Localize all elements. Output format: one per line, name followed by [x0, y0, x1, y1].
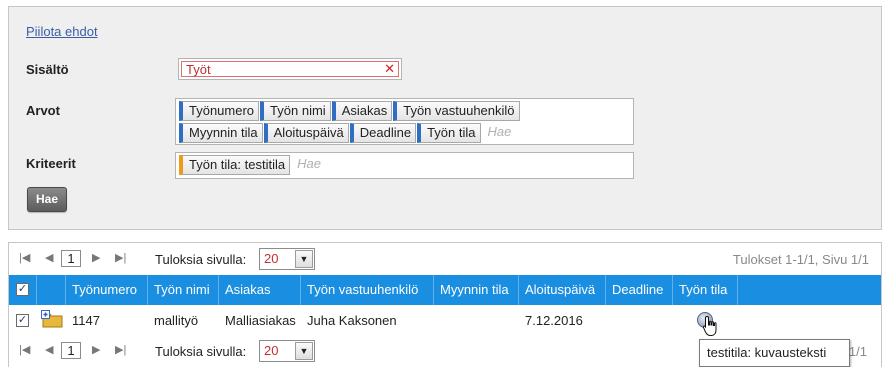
- column-header-deadline[interactable]: Deadline: [606, 275, 673, 305]
- pager-top: |◀ ◀ 1 ▶ ▶| Tuloksia sivulla: 20 ▼ Tulok…: [9, 243, 881, 275]
- column-header-vastuuhenkilo[interactable]: Työn vastuuhenkilö: [301, 275, 434, 305]
- per-page-value: 20: [264, 343, 279, 358]
- value-tag[interactable]: Työn tila: [417, 123, 481, 143]
- last-page-icon[interactable]: ▶|: [115, 343, 126, 357]
- dropdown-arrow-icon[interactable]: ▼: [295, 250, 313, 268]
- row-checkbox[interactable]: ✓: [16, 314, 29, 327]
- value-tag[interactable]: Työnumero: [179, 101, 260, 121]
- criteria-tag-input[interactable]: Työn tila: testitila Hae: [175, 152, 634, 179]
- per-page-select[interactable]: 20 ▼: [259, 248, 315, 270]
- per-page-value: 20: [264, 251, 279, 266]
- per-page-label: Tuloksia sivulla:: [155, 252, 247, 267]
- prev-page-icon[interactable]: ◀: [45, 251, 53, 265]
- cell-asiakas: Malliasiakas: [225, 313, 296, 328]
- next-page-icon[interactable]: ▶: [92, 343, 100, 357]
- value-tag[interactable]: Työn vastuuhenkilö: [393, 101, 520, 121]
- table-row[interactable]: ✓ 1147 mallityö Malliasiakas Juha Kakson…: [9, 305, 881, 336]
- value-tag[interactable]: Myynnin tila: [179, 123, 263, 143]
- column-header-aloituspaiva[interactable]: Aloituspäivä: [519, 275, 606, 305]
- criteria-label: Kriteerit: [26, 156, 76, 171]
- first-page-icon[interactable]: |◀: [19, 343, 30, 357]
- values-search-placeholder[interactable]: Hae: [482, 123, 512, 143]
- criteria-search-placeholder[interactable]: Hae: [291, 155, 321, 175]
- values-tag-input[interactable]: Työnumero Työn nimi Asiakas Työn vastuuhenk…: [175, 98, 634, 145]
- cell-tyonumero: 1147: [72, 313, 100, 328]
- folder-icon: [41, 310, 63, 328]
- content-select[interactable]: Työt ✕: [178, 58, 402, 80]
- cell-tyon-nimi: mallityö: [154, 313, 199, 328]
- values-label: Arvot: [26, 103, 60, 118]
- hand-cursor-icon: [702, 315, 717, 336]
- select-all-checkbox[interactable]: ✓: [16, 283, 29, 296]
- grid-header: ✓ Työnumero Työn nimi Asiakas Työn vastu…: [9, 275, 881, 305]
- select-all-column: ✓: [9, 275, 37, 305]
- per-page-select[interactable]: 20 ▼: [259, 340, 315, 362]
- cell-aloituspaiva: 7.12.2016: [525, 313, 583, 328]
- next-page-icon[interactable]: ▶: [92, 251, 100, 265]
- page-number-input[interactable]: 1: [61, 342, 81, 359]
- value-tag[interactable]: Deadline: [349, 123, 417, 143]
- column-header-myynnin-tila[interactable]: Myynnin tila: [434, 275, 519, 305]
- page-number-input[interactable]: 1: [61, 250, 81, 267]
- clear-icon[interactable]: ✕: [384, 62, 395, 76]
- first-page-icon[interactable]: |◀: [19, 251, 30, 265]
- last-page-icon[interactable]: ▶|: [115, 251, 126, 265]
- value-tag[interactable]: Työn nimi: [260, 101, 331, 121]
- per-page-label: Tuloksia sivulla:: [155, 344, 247, 359]
- column-header-tyon-tila[interactable]: Työn tila: [673, 275, 738, 305]
- cell-vastuuhenkilo: Juha Kaksonen: [307, 313, 397, 328]
- hide-filters-link[interactable]: Piilota ehdot: [26, 24, 98, 39]
- results-summary: Tulokset 1-1/1, Sivu 1/1: [732, 252, 869, 267]
- prev-page-icon[interactable]: ◀: [45, 343, 53, 357]
- status-tooltip: testitila: kuvausteksti: [699, 339, 850, 367]
- dropdown-arrow-icon[interactable]: ▼: [295, 342, 313, 360]
- value-tag[interactable]: Aloituspäivä: [263, 123, 349, 143]
- results-summary-partial: 1/1: [848, 344, 867, 359]
- value-tag[interactable]: Asiakas: [331, 101, 393, 121]
- content-value: Työt: [186, 62, 211, 77]
- icon-column-header: [37, 275, 66, 305]
- column-header-tyon-nimi[interactable]: Työn nimi: [148, 275, 219, 305]
- filter-panel: Piilota ehdot Sisältö Työt ✕ Arvot Työnu…: [8, 6, 882, 230]
- column-header-tyonumero[interactable]: Työnumero: [66, 275, 148, 305]
- search-button[interactable]: Hae: [27, 187, 67, 212]
- column-header-asiakas[interactable]: Asiakas: [219, 275, 301, 305]
- criteria-tag[interactable]: Työn tila: testitila: [179, 155, 291, 175]
- content-label: Sisältö: [26, 62, 69, 77]
